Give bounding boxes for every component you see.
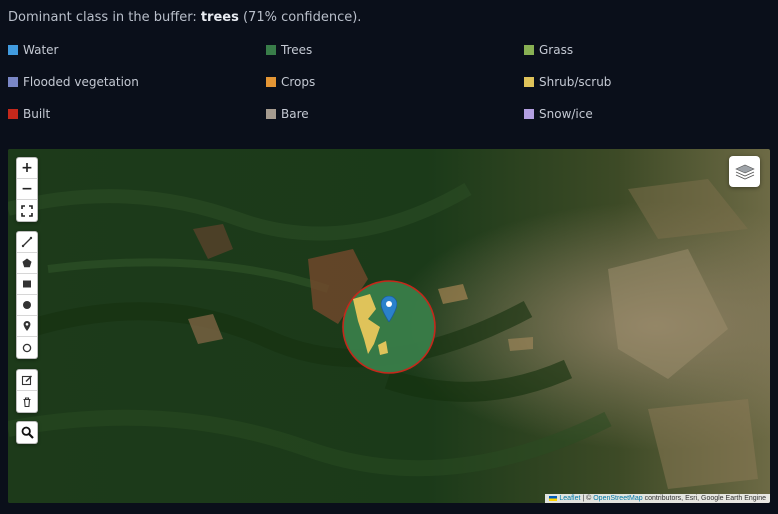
legend-swatch [266,109,276,119]
fullscreen-button[interactable] [17,200,37,221]
legend-swatch [8,77,18,87]
draw-toolbar [16,231,38,359]
legend-swatch [524,45,534,55]
draw-circle-button[interactable] [17,295,37,316]
legend-swatch [524,109,534,119]
legend-swatch [524,77,534,87]
draw-rectangle-button[interactable] [17,274,37,295]
zoom-in-button[interactable]: + [17,158,37,179]
legend-label: Crops [281,75,316,89]
legend-item-bare: Bare [266,107,309,121]
legend-item-trees: Trees [266,43,312,57]
delete-layers-icon [23,396,31,407]
legend-swatch [266,45,276,55]
draw-polygon-button[interactable] [17,253,37,274]
edit-toolbar [16,369,38,413]
leaflet-link[interactable]: Leaflet [559,495,580,502]
satellite-map[interactable]: + − Leaflet | © OpenStreetMap contributo… [8,149,770,503]
search-icon [21,426,34,439]
osm-link[interactable]: OpenStreetMap [593,495,642,502]
buffer-circle[interactable] [342,280,436,374]
attribution-rest: contributors, Esri, Google Earth Engine [642,495,766,502]
legend-label: Bare [281,107,309,121]
draw-circlemarker-icon [22,343,32,352]
search-button[interactable] [17,422,37,443]
draw-rectangle-icon [23,280,31,288]
edit-layers-icon [21,375,32,386]
legend-item-flooded-vegetation: Flooded vegetation [8,75,139,89]
draw-marker-icon [23,321,31,331]
summary-suffix: (71% confidence). [238,10,362,25]
summary-prefix: Dominant class in the buffer: [8,10,201,25]
legend-item-shrub-scrub: Shrub/scrub [524,75,611,89]
draw-polyline-icon [21,236,33,248]
legend-item-snow-ice: Snow/ice [524,107,593,121]
legend-item-crops: Crops [266,75,315,89]
legend-item-water: Water [8,43,58,57]
draw-polygon-icon [22,258,32,268]
location-marker-icon[interactable] [381,296,397,322]
layer-switcher-button[interactable] [729,156,760,187]
legend-swatch [8,109,18,119]
legend-swatch [8,45,18,55]
legend-item-built: Built [8,107,50,121]
attribution-separator: | © [580,495,594,502]
legend-label: Snow/ice [539,107,593,121]
legend-label: Trees [281,43,313,57]
layers-icon [734,164,755,179]
legend-swatch [266,77,276,87]
ukraine-flag-icon [549,495,558,501]
zoom-control: + − [16,157,38,222]
delete-layers-button[interactable] [17,391,37,412]
legend-label: Shrub/scrub [539,75,612,89]
legend-label: Built [23,107,51,121]
legend-item-grass: Grass [524,43,573,57]
draw-circlemarker-button[interactable] [17,337,37,358]
fullscreen-icon [21,204,33,217]
dominant-class-value: trees [200,10,239,25]
legend-label: Grass [539,43,574,57]
draw-polyline-button[interactable] [17,232,37,253]
search-control [16,421,38,444]
map-attribution: Leaflet | © OpenStreetMap contributors, … [545,494,770,503]
zoom-out-button[interactable]: − [17,179,37,200]
dominant-class-summary: Dominant class in the buffer: trees (71%… [8,10,361,25]
edit-layers-button[interactable] [17,370,37,391]
legend-label: Flooded vegetation [23,75,139,89]
draw-circle-icon [23,301,31,309]
draw-marker-button[interactable] [17,316,37,337]
satellite-imagery[interactable] [8,149,770,503]
legend-label: Water [23,43,59,57]
